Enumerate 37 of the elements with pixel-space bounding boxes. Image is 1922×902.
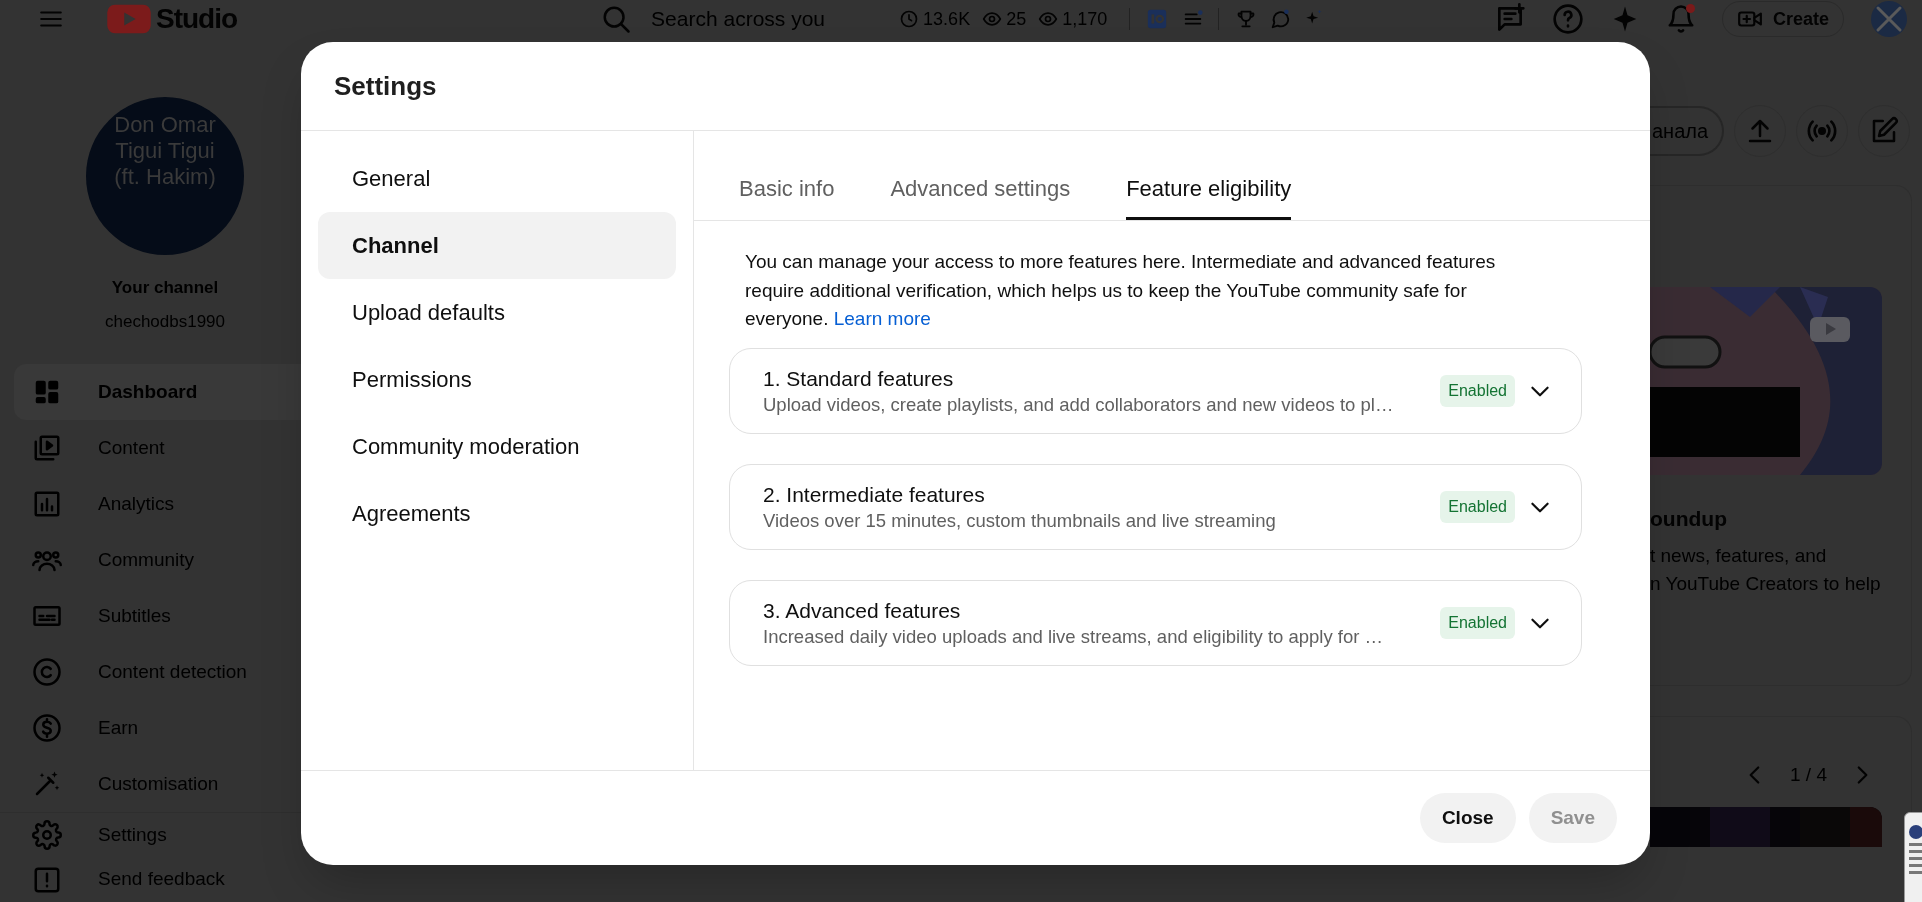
close-icon[interactable] (1870, 0, 1908, 38)
feature-card[interactable]: 1. Standard features Upload videos, create playlists, and add collaborators and new videos to pl… Enabled (729, 347, 1582, 434)
feature-title: 3. Advanced features (763, 597, 962, 624)
feature-card[interactable]: 2. Intermediate features Videos over 15 minutes, custom thumbnails and live streaming Enabled (729, 463, 1582, 550)
status-badge: Enabled (1440, 606, 1515, 639)
eye-icon (1038, 9, 1059, 29)
status-badge: Enabled (1440, 490, 1515, 523)
feature-title: 1. Standard features (763, 365, 955, 392)
feature-description: Videos over 15 minutes, custom thumbnails and live streaming (763, 508, 1277, 533)
intro-text: You can manage your access to more features here. Intermediate and advanced features require additional verification, which helps us to keep the YouTube community safe for everyone. Learn more (744, 250, 1497, 331)
search-icon (601, 4, 632, 34)
feature-description: Increased daily video uploads and live streams, and eligibility to apply for … (763, 624, 1385, 649)
settings-icon (32, 820, 62, 851)
help-icon[interactable] (1551, 3, 1584, 35)
dollar-icon (32, 713, 62, 743)
tab[interactable]: Feature eligibility (1126, 172, 1292, 220)
dialog-button[interactable]: Close (1419, 793, 1516, 843)
settings-nav-item[interactable]: Agreements (318, 480, 676, 547)
feature-description: Upload videos, create playlists, and add collaborators and new videos to pl… (763, 392, 1395, 417)
logo-icon[interactable] (106, 2, 152, 36)
status-badge: Enabled (1440, 374, 1515, 407)
video-library-icon (32, 433, 62, 463)
dialog-title: Settings (334, 69, 437, 103)
chat-icon[interactable] (1269, 8, 1292, 30)
tab[interactable]: Basic info (739, 172, 835, 220)
extension-icon[interactable] (1146, 8, 1169, 30)
analytics-icon (32, 489, 62, 519)
feature-title: 2. Intermediate features (763, 481, 986, 508)
feature-card[interactable]: 3. Advanced features Increased daily video uploads and live streams, and eligibility to apply for … Enabled (729, 579, 1582, 666)
clock-icon (899, 9, 920, 29)
learn-more-link[interactable]: Learn more (833, 308, 931, 329)
settings-nav-item[interactable]: General (318, 145, 676, 212)
eye-icon (982, 9, 1003, 29)
tab[interactable]: Advanced settings (890, 172, 1071, 220)
copyright-icon (32, 657, 62, 687)
settings-nav-item[interactable]: Channel (318, 212, 676, 279)
settings-nav-item[interactable]: Upload defaults (318, 279, 676, 346)
